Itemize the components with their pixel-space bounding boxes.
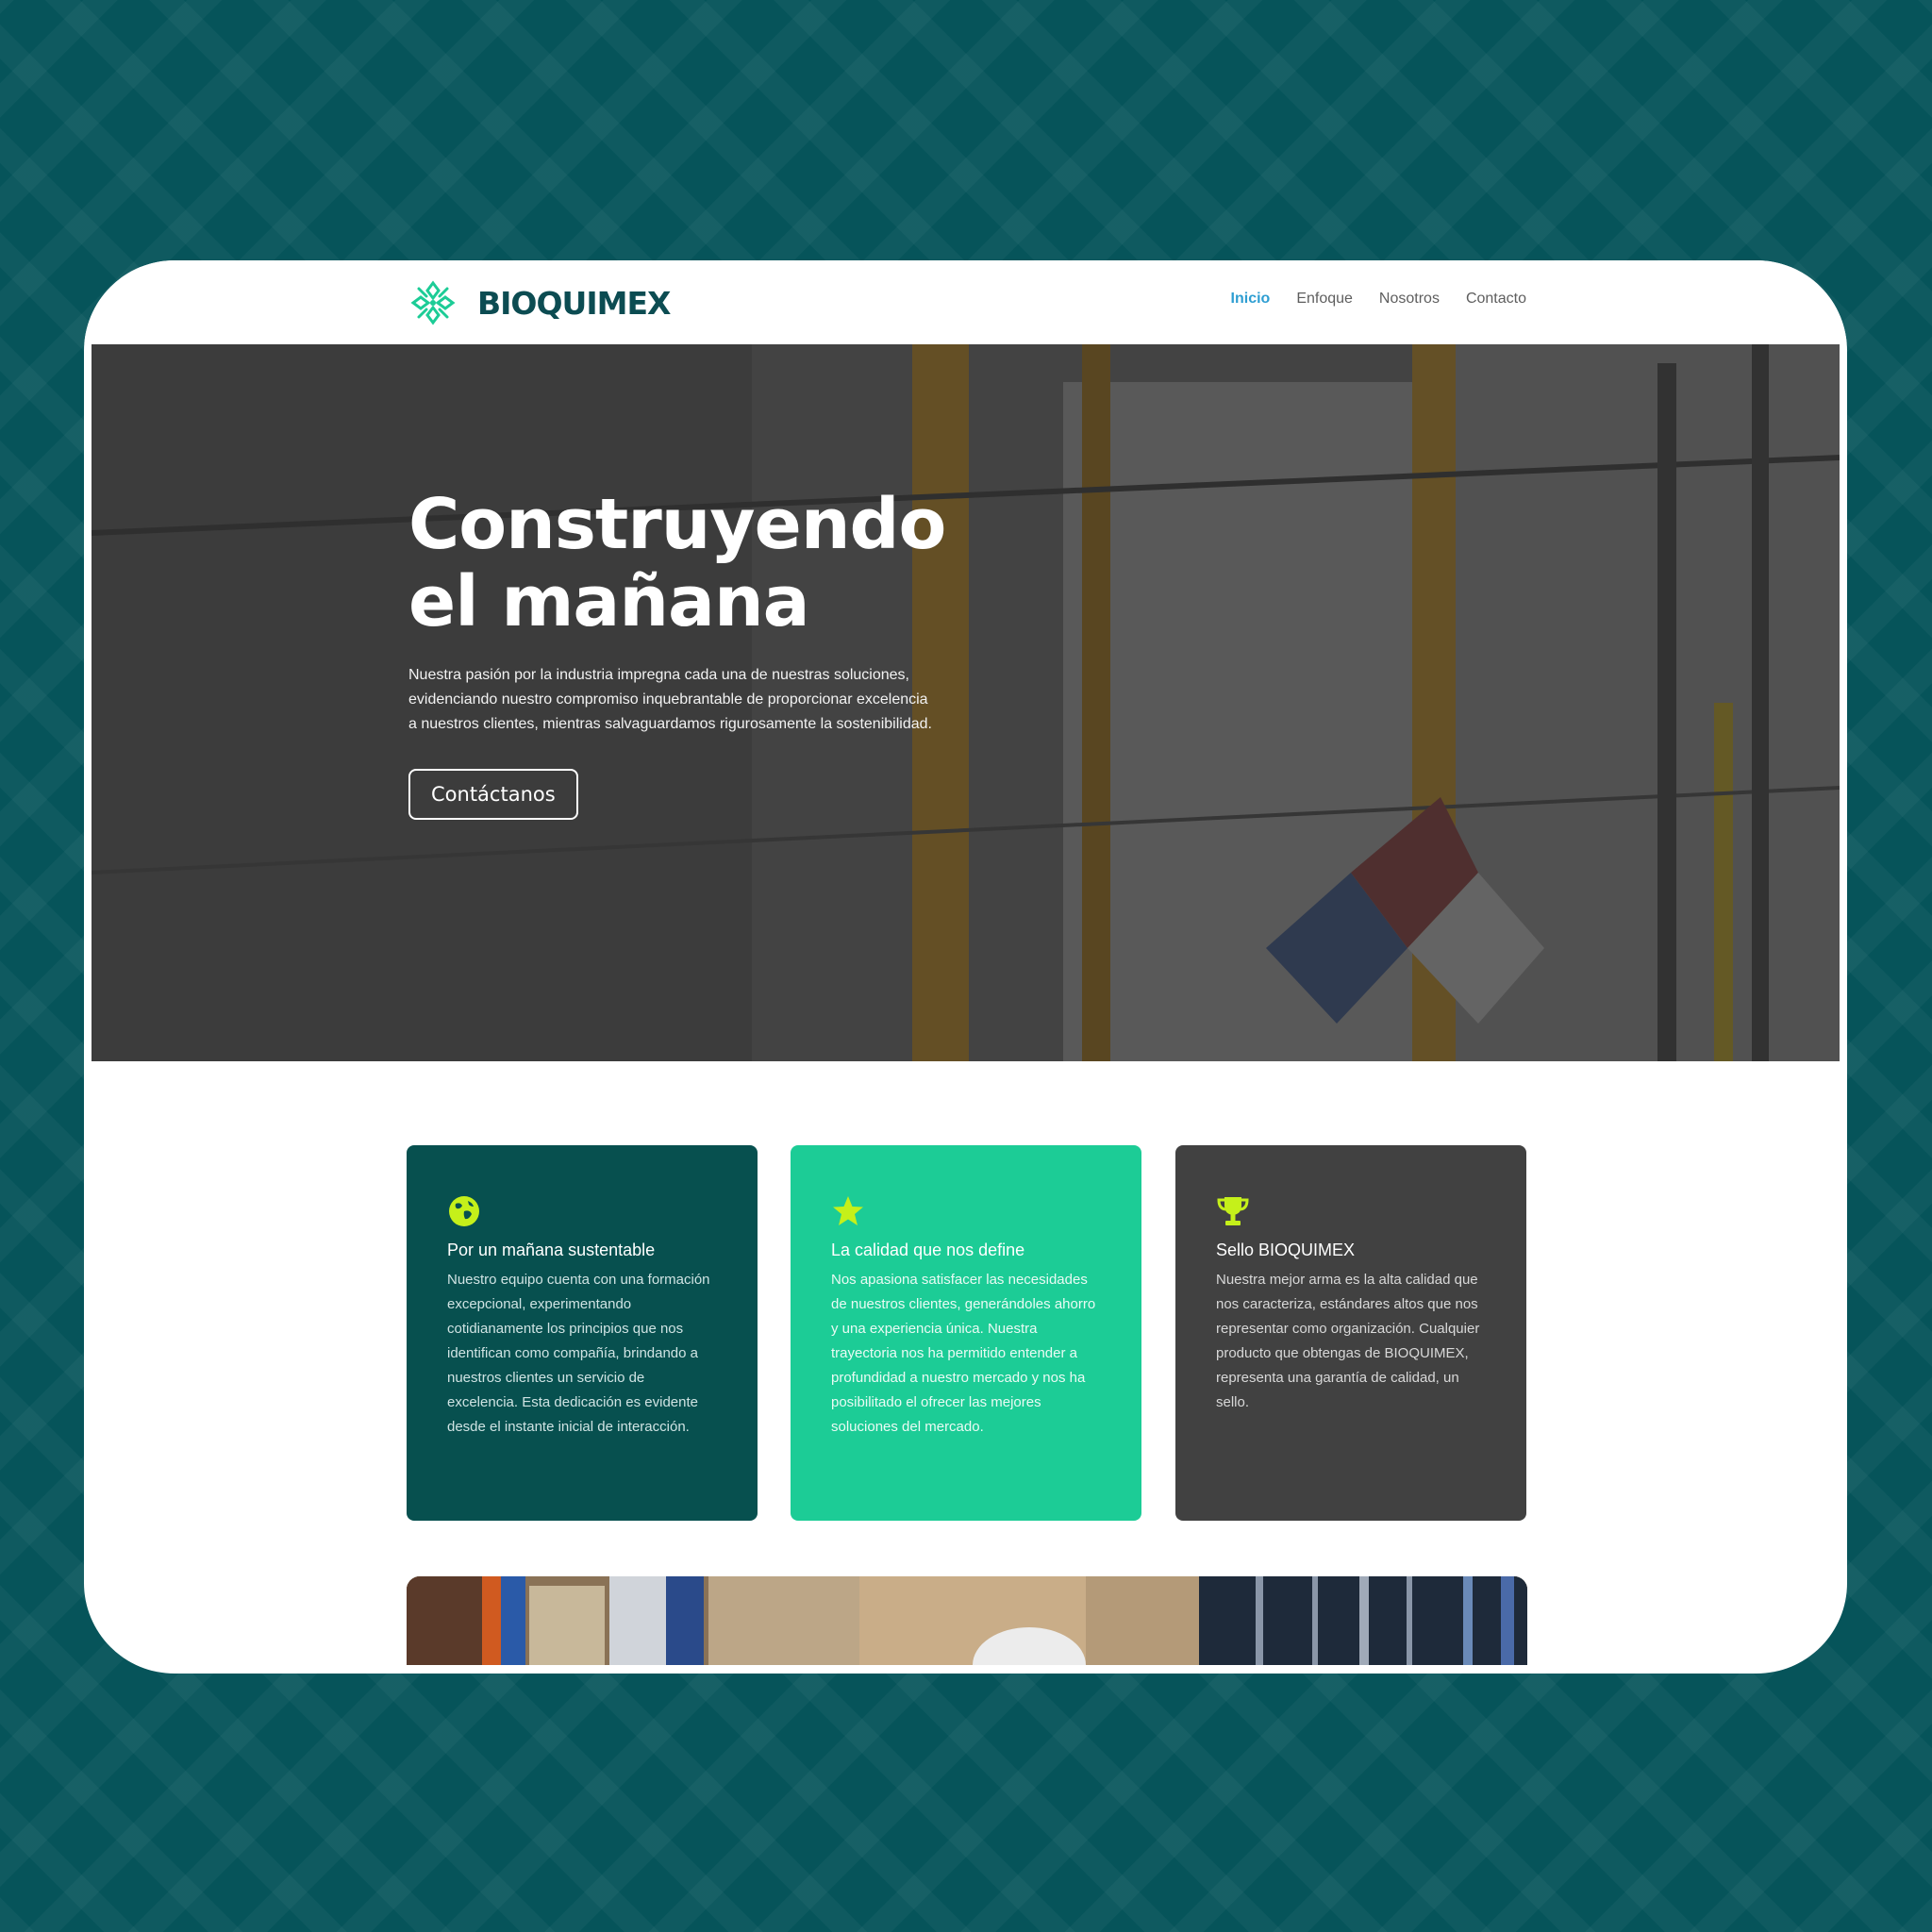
nav-inicio[interactable]: Inicio bbox=[1231, 291, 1271, 308]
globe-icon bbox=[449, 1196, 479, 1226]
main-nav: Inicio Enfoque Nosotros Contacto bbox=[1231, 291, 1526, 308]
hero-overlay bbox=[92, 344, 1840, 1061]
hero-description: Nuestra pasión por la industria impregna… bbox=[408, 667, 932, 732]
feature-card-sustainable: Por un mañana sustentable Nuestro equipo… bbox=[407, 1145, 758, 1521]
brand-name: BIOQUIMEX bbox=[477, 284, 671, 322]
hero-title-line1: Construyendo bbox=[408, 484, 946, 565]
feature-title: La calidad que nos define bbox=[831, 1241, 1025, 1259]
feature-card-quality: La calidad que nos define Nos apasiona s… bbox=[791, 1145, 1141, 1521]
star-icon bbox=[833, 1196, 863, 1225]
bioquimex-logo-icon bbox=[410, 280, 456, 325]
feature-text: Nos apasiona satisfacer las necesidades … bbox=[831, 1272, 1096, 1435]
trophy-icon bbox=[1217, 1197, 1249, 1225]
site-logo[interactable]: BIOQUIMEX bbox=[409, 279, 671, 326]
nav-nosotros[interactable]: Nosotros bbox=[1379, 291, 1440, 308]
feature-title: Sello BIOQUIMEX bbox=[1216, 1241, 1356, 1259]
feature-title: Por un mañana sustentable bbox=[447, 1241, 656, 1259]
nav-contacto[interactable]: Contacto bbox=[1466, 291, 1526, 308]
nav-enfoque[interactable]: Enfoque bbox=[1296, 291, 1353, 308]
hero-content: Construyendo el mañana Nuestra pasión po… bbox=[408, 486, 946, 820]
warehouse-image bbox=[407, 1576, 1527, 1665]
browser-window: BIOQUIMEX Inicio Enfoque Nosotros Contac… bbox=[84, 260, 1847, 1674]
site-header: BIOQUIMEX Inicio Enfoque Nosotros Contac… bbox=[84, 260, 1847, 343]
hero-title-line2: el mañana bbox=[408, 561, 810, 642]
feature-card-seal: Sello BIOQUIMEX Nuestra mejor arma es la… bbox=[1175, 1145, 1526, 1521]
warehouse-banner-image bbox=[407, 1576, 1527, 1665]
hero-title: Construyendo el mañana bbox=[408, 486, 946, 642]
feature-text: Nuestra mejor arma es la alta calidad qu… bbox=[1216, 1272, 1480, 1410]
features-section: Por un mañana sustentable Nuestro equipo… bbox=[407, 1145, 1527, 1523]
hero-section: Construyendo el mañana Nuestra pasión po… bbox=[92, 344, 1840, 1061]
feature-text: Nuestro equipo cuenta con una formación … bbox=[447, 1272, 710, 1435]
contact-button[interactable]: Contáctanos bbox=[408, 769, 578, 820]
